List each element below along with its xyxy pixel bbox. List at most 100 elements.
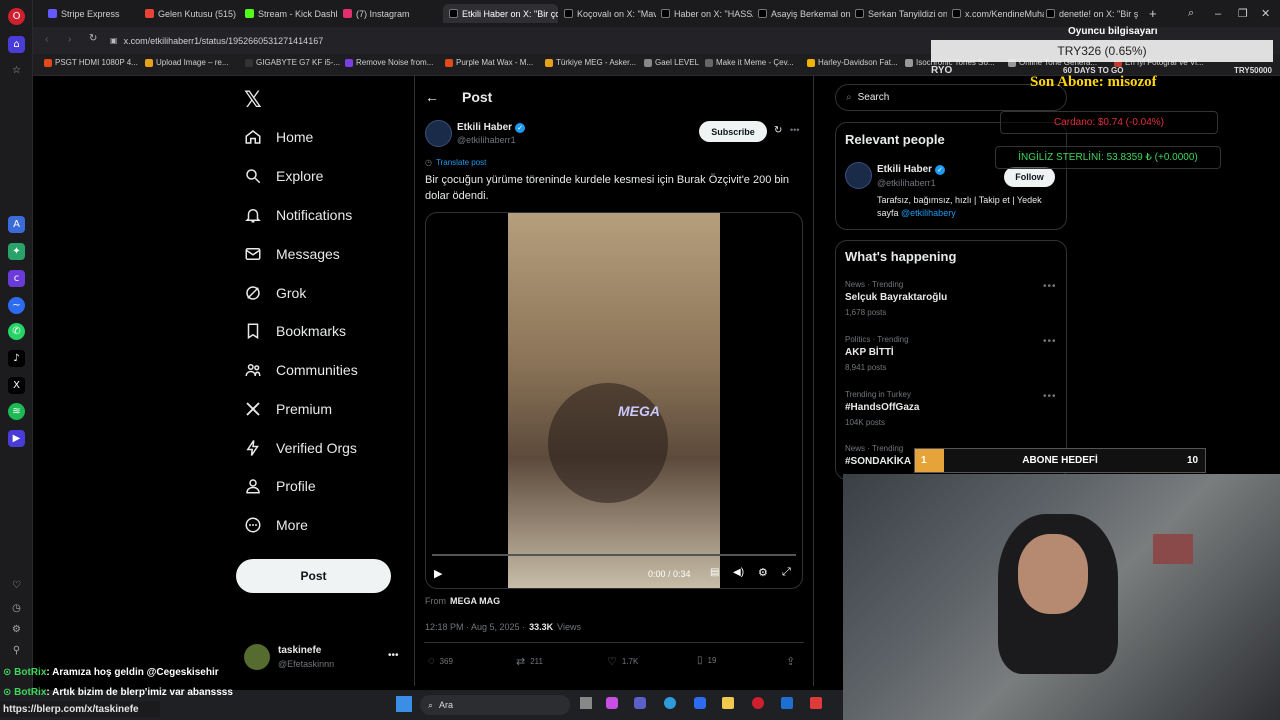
nav-messages[interactable]: Messages: [244, 242, 340, 266]
whatsapp-icon[interactable]: ✆: [8, 323, 25, 340]
opera-taskbar-icon[interactable]: [752, 697, 764, 709]
bookmark[interactable]: Upload Image – re...: [145, 58, 228, 67]
bookmark[interactable]: Harley-Davidson Fat...: [807, 58, 898, 67]
bookmark[interactable]: Remove Noise from...: [345, 58, 433, 67]
tab[interactable]: Haber on X: "HASSAS: [661, 4, 753, 23]
maximize-icon[interactable]: ❐: [1238, 4, 1252, 23]
account-avatar[interactable]: [244, 644, 270, 670]
person-avatar[interactable]: [845, 162, 872, 189]
edge-icon[interactable]: [664, 697, 676, 709]
subscribe-button[interactable]: Subscribe: [699, 121, 767, 142]
reload-icon[interactable]: ↻: [89, 33, 97, 44]
tab[interactable]: Stripe Express: [48, 4, 140, 23]
cs-icon[interactable]: c: [8, 270, 25, 287]
search-tabs-icon[interactable]: ⌕: [1188, 4, 1202, 23]
post-timestamp[interactable]: 12:18 PM · Aug 5, 2025 ·: [425, 622, 525, 632]
bookmark[interactable]: PSGT HDMI 1080P 4...: [44, 58, 138, 67]
follow-button[interactable]: Follow: [1004, 167, 1055, 187]
author-avatar[interactable]: [425, 120, 452, 147]
close-window-icon[interactable]: ✕: [1261, 4, 1275, 23]
history-icon[interactable]: ◷: [8, 600, 25, 617]
tab[interactable]: Gelen Kutusu (515) -: [145, 4, 237, 23]
nav-verified-orgs[interactable]: Verified Orgs: [244, 436, 357, 460]
nav-profile[interactable]: Profile: [244, 474, 316, 498]
store-icon[interactable]: [694, 697, 706, 709]
nav-communities[interactable]: Communities: [244, 358, 358, 382]
nav-bookmarks[interactable]: Bookmarks: [244, 319, 346, 343]
nav-home[interactable]: Home: [244, 125, 313, 149]
x-logo-icon[interactable]: 𝕏: [244, 87, 262, 113]
trend-name[interactable]: AKP BİTTİ: [845, 347, 894, 358]
nav-notifications[interactable]: Notifications: [244, 203, 352, 227]
bookmark-button[interactable]: ▯ 19: [697, 655, 716, 666]
person-bio-link[interactable]: @etkilihabery: [901, 208, 956, 218]
messenger-icon[interactable]: ~: [8, 297, 25, 314]
bookmark[interactable]: Purple Mat Wax - M...: [445, 58, 533, 67]
new-tab-icon[interactable]: +: [1149, 4, 1163, 23]
trend-more-icon[interactable]: •••: [1043, 336, 1057, 347]
trend-name[interactable]: Selçuk Bayraktaroğlu: [845, 292, 947, 303]
nav-more[interactable]: More: [244, 513, 308, 537]
workspace-icon[interactable]: ⌂: [8, 36, 25, 53]
tab[interactable]: x.com/KendineMuhab: [952, 4, 1044, 23]
tiktok-icon[interactable]: ♪: [8, 350, 25, 367]
url-field[interactable]: ▣ x.com/etkilihaberr1/status/19526605312…: [110, 32, 930, 49]
tab[interactable]: Stream - Kick Dashbo: [245, 4, 337, 23]
nav-grok[interactable]: Grok: [244, 281, 306, 305]
tab[interactable]: denetle! on X: "Bir şal: [1046, 4, 1138, 23]
heart-icon[interactable]: ♡: [8, 577, 25, 594]
task-view-icon[interactable]: [580, 697, 592, 709]
video-progress-bar[interactable]: [432, 554, 796, 556]
bookmark[interactable]: Türkiye MEG - Asker...: [545, 58, 636, 67]
spotify-icon[interactable]: ≋: [8, 403, 25, 420]
video-player[interactable]: MEGA ▶ 0:00 / 0:34 ▤ ◀) ⚙ ⤢: [425, 212, 803, 589]
tab-active[interactable]: Etkili Haber on X: "Bir ço: [443, 4, 558, 23]
post-button[interactable]: Post: [236, 559, 391, 593]
forward-icon[interactable]: ›: [68, 34, 71, 45]
player-icon[interactable]: ▶: [8, 430, 25, 447]
bookmark[interactable]: Make it Meme - Çev...: [705, 58, 794, 67]
pin-icon[interactable]: ⚲: [8, 642, 25, 659]
x-app-icon[interactable]: X: [8, 377, 25, 394]
app-icon[interactable]: A: [8, 216, 25, 233]
trend-name[interactable]: #SONDAKİKA: [845, 456, 911, 467]
from-source-name[interactable]: MEGA MAG: [450, 596, 500, 606]
tab[interactable]: (7) Instagram: [343, 4, 435, 23]
account-menu-icon[interactable]: •••: [388, 650, 399, 661]
like-button[interactable]: ♡ 1.7K: [607, 655, 638, 668]
repost-button[interactable]: ⇄ 211: [516, 655, 543, 668]
copilot-icon[interactable]: [606, 697, 618, 709]
windows-start-icon[interactable]: [396, 696, 412, 712]
grok-explain-icon[interactable]: ↻: [774, 125, 782, 136]
outlook-icon[interactable]: [781, 697, 793, 709]
chatgpt-icon[interactable]: ✦: [8, 243, 25, 260]
tab[interactable]: Asayiş Berkemal on X: [758, 4, 850, 23]
fullscreen-icon[interactable]: ⤢: [782, 566, 791, 579]
share-button[interactable]: ⇪: [786, 655, 795, 668]
back-arrow-icon[interactable]: ←: [425, 89, 439, 105]
taskbar-search[interactable]: ⌕ Ara: [420, 695, 570, 715]
nav-explore[interactable]: Explore: [244, 164, 323, 188]
settings-gear-icon[interactable]: ⚙: [758, 566, 768, 579]
play-icon[interactable]: ▶: [434, 567, 442, 580]
person-name[interactable]: Etkili Haber ✓: [877, 164, 946, 175]
star-icon[interactable]: ☆: [8, 62, 25, 79]
teams-icon[interactable]: [634, 697, 646, 709]
nav-premium[interactable]: Premium: [244, 397, 332, 421]
settings-icon[interactable]: ⚙: [8, 621, 25, 638]
captions-icon[interactable]: ▤: [710, 567, 719, 578]
author-name[interactable]: Etkili Haber ✓: [457, 122, 526, 133]
tab[interactable]: Koçovalı on X: "Mavi: [564, 4, 656, 23]
translate-link[interactable]: ◷ Translate post: [425, 158, 486, 167]
bookmark[interactable]: Gael LEVEL: [644, 58, 699, 67]
opera-logo-icon[interactable]: O: [8, 8, 25, 25]
tab[interactable]: Serkan Tanyildizi on X: [855, 4, 947, 23]
volume-icon[interactable]: ◀): [733, 567, 744, 578]
explorer-icon[interactable]: [722, 697, 734, 709]
trend-more-icon[interactable]: •••: [1043, 281, 1057, 292]
back-icon[interactable]: ‹: [45, 34, 48, 45]
trend-name[interactable]: #HandsOffGaza: [845, 402, 919, 413]
app-taskbar-icon[interactable]: [810, 697, 822, 709]
post-more-icon[interactable]: •••: [790, 125, 799, 135]
minimize-icon[interactable]: –: [1215, 4, 1229, 23]
